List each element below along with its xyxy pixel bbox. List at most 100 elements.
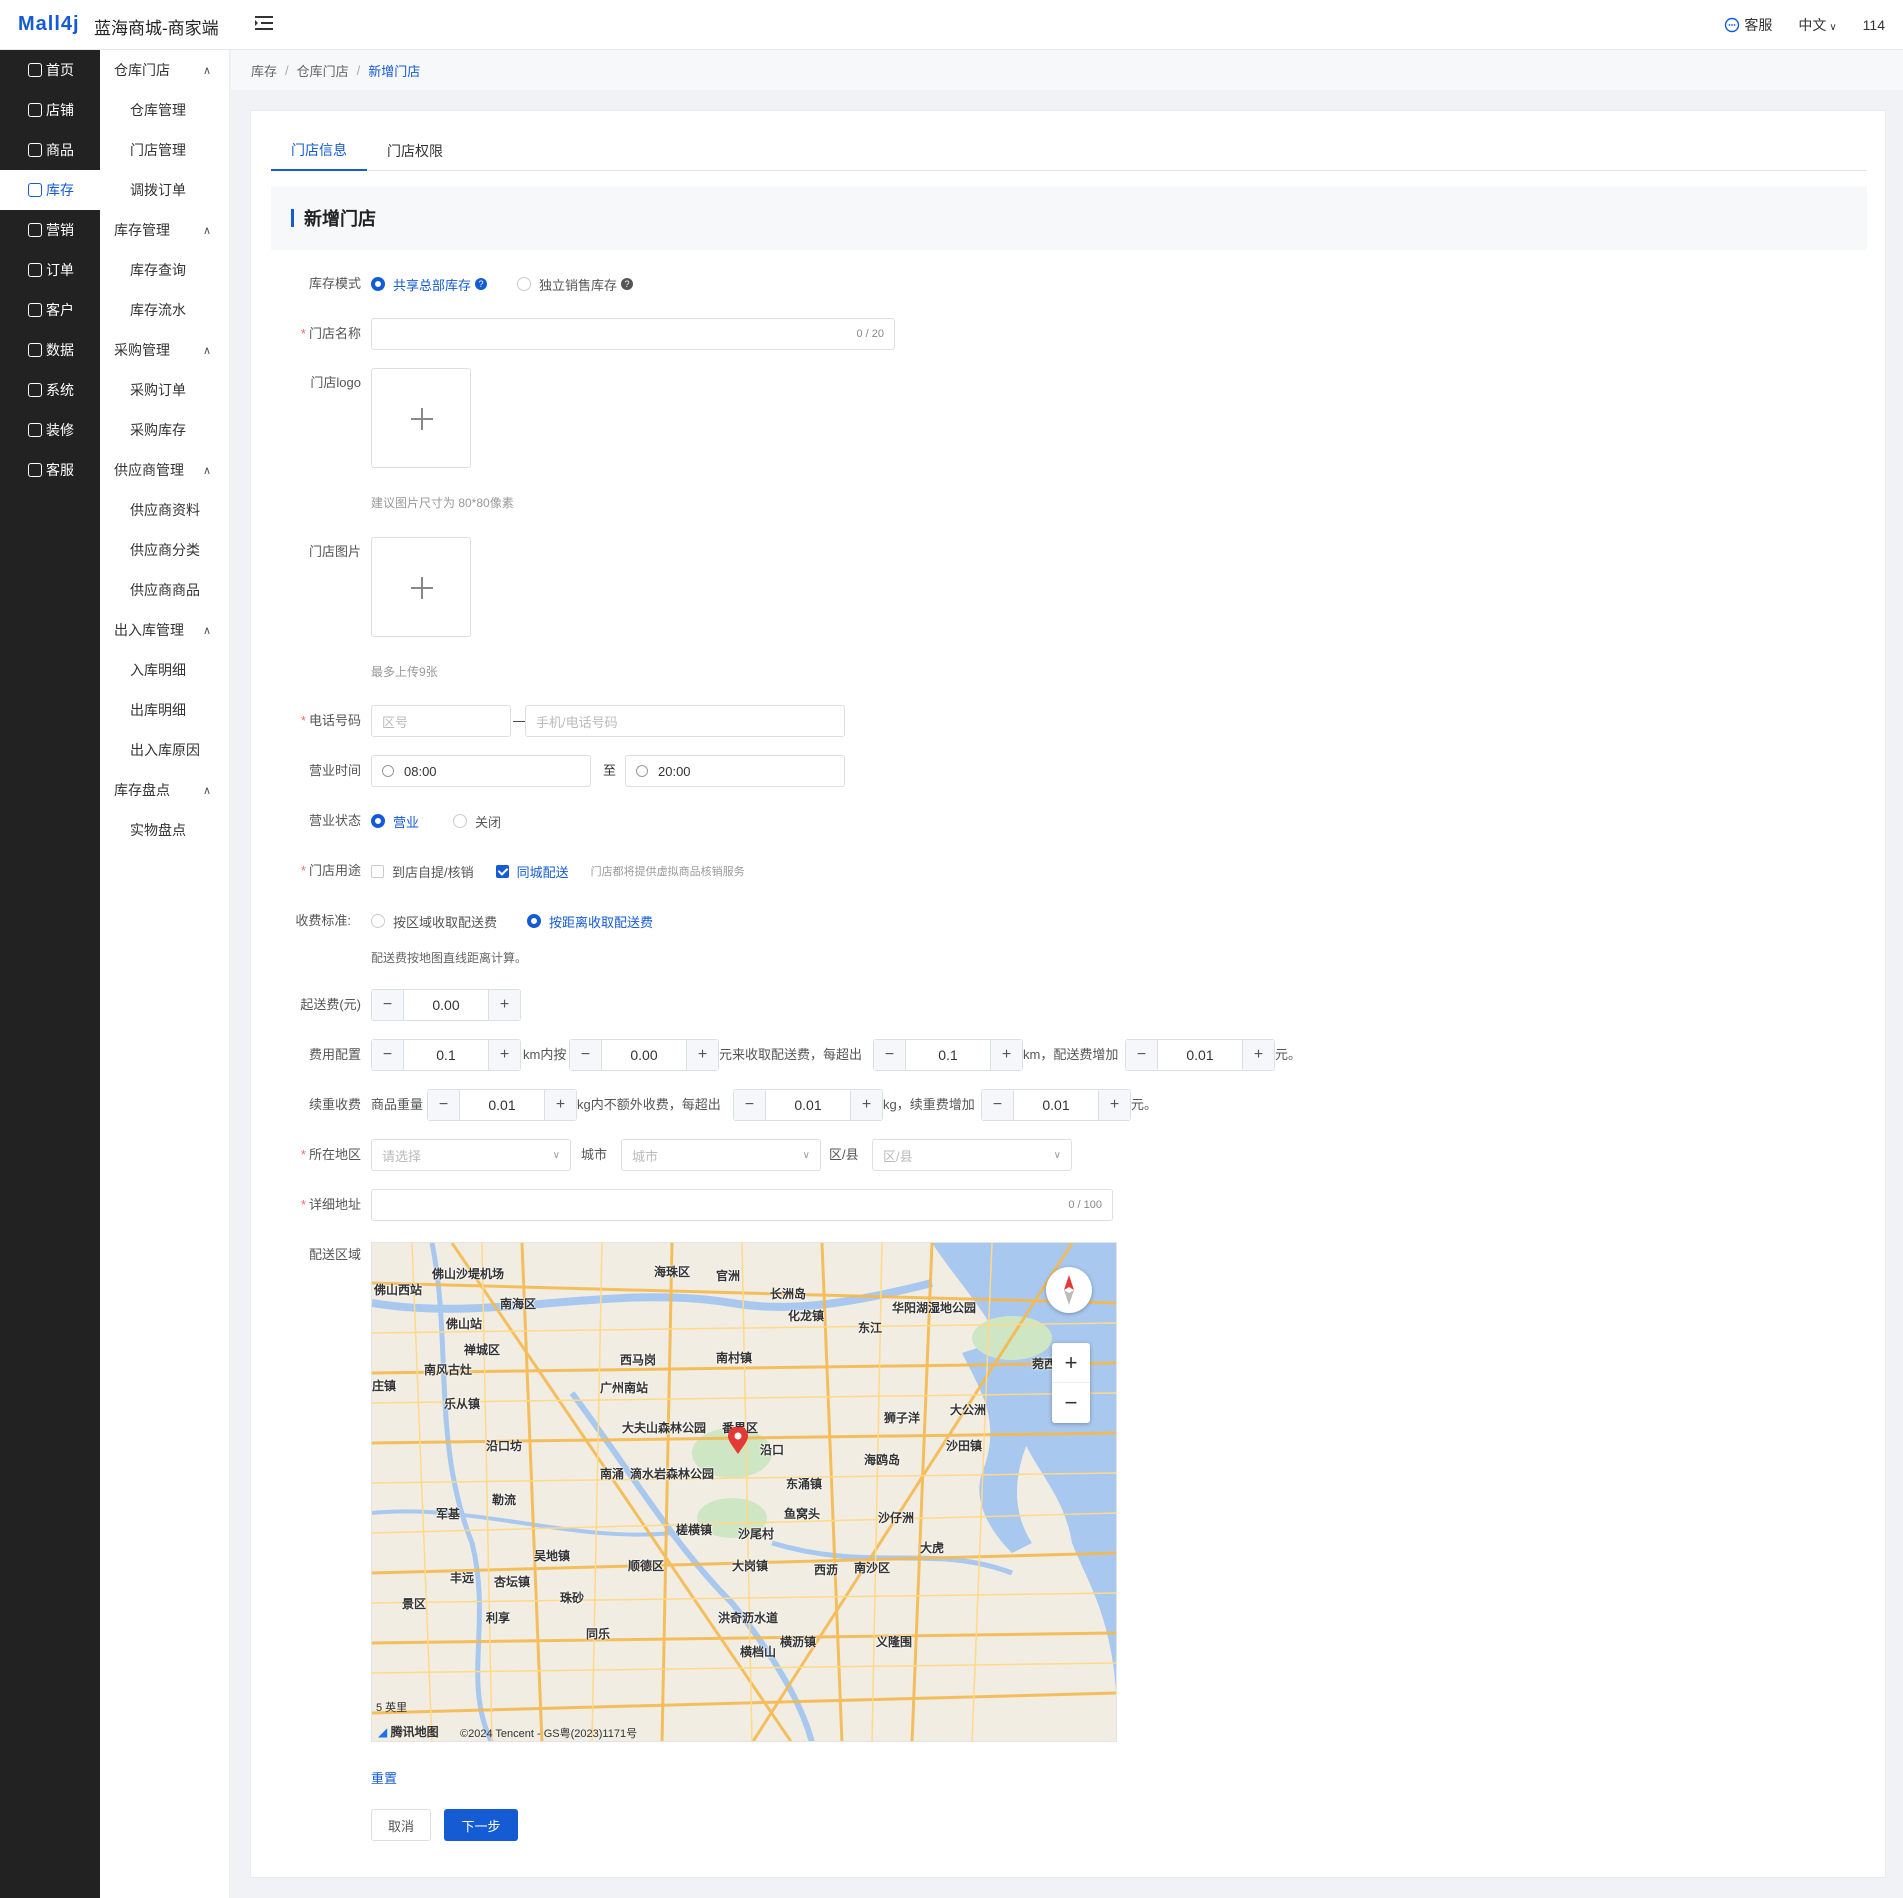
subnav-item[interactable]: 供应商分类: [100, 530, 229, 570]
brand-logo[interactable]: Mall4j: [18, 13, 80, 36]
subnav-item[interactable]: 库存查询: [100, 250, 229, 290]
radio-shared-stock[interactable]: 共享总部库存?: [371, 275, 488, 294]
breadcrumb-item[interactable]: 仓库门店: [297, 61, 349, 80]
increment-button[interactable]: +: [686, 1040, 718, 1070]
weight-free-stepper[interactable]: −0.01 +: [427, 1089, 577, 1121]
decrement-button[interactable]: −: [372, 990, 404, 1020]
stepper-value[interactable]: 0.01: [1014, 1090, 1098, 1120]
nav-item[interactable]: 营销: [0, 210, 100, 250]
decrement-button[interactable]: −: [874, 1040, 906, 1070]
user-account[interactable]: 114: [1863, 17, 1885, 33]
nav-item[interactable]: 库存: [0, 170, 100, 210]
decrement-button[interactable]: −: [570, 1040, 602, 1070]
subnav-item[interactable]: 供应商商品: [100, 570, 229, 610]
increment-button[interactable]: +: [488, 990, 520, 1020]
decrement-button[interactable]: −: [734, 1090, 766, 1120]
subnav-item[interactable]: 采购订单: [100, 370, 229, 410]
subnav-group[interactable]: 出入库管理 ∧: [100, 610, 229, 650]
stepper-value[interactable]: 0.00: [404, 990, 488, 1020]
zoom-out-button[interactable]: −: [1052, 1383, 1090, 1423]
subnav-item[interactable]: 调拨订单: [100, 170, 229, 210]
subnav-item[interactable]: 仓库管理: [100, 90, 229, 130]
cancel-button[interactable]: 取消: [371, 1809, 431, 1841]
subnav-group[interactable]: 库存管理 ∧: [100, 210, 229, 250]
customer-service-link[interactable]: 客服: [1724, 15, 1772, 35]
decrement-button[interactable]: −: [1126, 1040, 1158, 1070]
city-select[interactable]: 城市 ∨: [621, 1139, 821, 1171]
subnav-item[interactable]: 入库明细: [100, 650, 229, 690]
min-fee-stepper[interactable]: −0.00 +: [371, 989, 521, 1021]
subnav-item[interactable]: 采购库存: [100, 410, 229, 450]
fee-extra-distance-stepper[interactable]: −0.1 +: [873, 1039, 1023, 1071]
subnav-group[interactable]: 供应商管理 ∧: [100, 450, 229, 490]
open-time-picker[interactable]: 08:00: [371, 755, 591, 787]
radio-closed[interactable]: 关闭: [453, 812, 501, 831]
nav-item[interactable]: 订单: [0, 250, 100, 290]
address-input[interactable]: 0 / 100: [371, 1189, 1113, 1221]
fee-distance-stepper[interactable]: −0.1 +: [371, 1039, 521, 1071]
district-select[interactable]: 区/县 ∨: [872, 1139, 1072, 1171]
radio-open[interactable]: 营业: [371, 812, 419, 831]
zoom-in-button[interactable]: +: [1052, 1343, 1090, 1383]
nav-item[interactable]: 客服: [0, 450, 100, 490]
increment-button[interactable]: +: [850, 1090, 882, 1120]
weight-extra-stepper[interactable]: −0.01 +: [733, 1089, 883, 1121]
decrement-button[interactable]: −: [982, 1090, 1014, 1120]
subnav-item[interactable]: 出入库原因: [100, 730, 229, 770]
language-switch[interactable]: 中文 ∨: [1798, 15, 1836, 35]
reset-button[interactable]: 重置: [371, 1768, 397, 1787]
nav-item[interactable]: 客户: [0, 290, 100, 330]
breadcrumb-item[interactable]: 库存: [251, 61, 277, 80]
weight-increase-stepper[interactable]: −0.01 +: [981, 1089, 1131, 1121]
radio-fee-by-distance[interactable]: 按距离收取配送费: [527, 912, 653, 931]
fee-base-stepper[interactable]: −0.00 +: [569, 1039, 719, 1071]
decrement-button[interactable]: −: [372, 1040, 404, 1070]
province-select[interactable]: 请选择 ∨: [371, 1139, 571, 1171]
radio-fee-by-region[interactable]: 按区域收取配送费: [371, 912, 497, 931]
delivery-area-map[interactable]: 海珠区 官洲 长洲岛 佛山沙堤机场 佛山西站 南海区 化龙镇 华阳湖湿地公园 东江 佛山站 禅城区西…: [371, 1242, 1117, 1742]
nav-item[interactable]: 装修: [0, 410, 100, 450]
checkbox-pickup[interactable]: 到店自提/核销: [371, 862, 474, 881]
phone-number-input[interactable]: 手机/电话号码: [525, 705, 845, 737]
subnav-item[interactable]: 门店管理: [100, 130, 229, 170]
next-step-button[interactable]: 下一步: [444, 1809, 518, 1841]
stepper-value[interactable]: 0.01: [460, 1090, 544, 1120]
stepper-value[interactable]: 0.1: [906, 1040, 990, 1070]
subnav-group[interactable]: 仓库门店 ∧: [100, 50, 229, 90]
fee-increase-stepper[interactable]: −0.01 +: [1125, 1039, 1275, 1071]
nav-item[interactable]: 商品: [0, 130, 100, 170]
location-pin-icon[interactable]: [727, 1427, 749, 1455]
area-code-input[interactable]: 区号: [371, 705, 511, 737]
subnav-item[interactable]: 出库明细: [100, 690, 229, 730]
store-name-input[interactable]: 0 / 20: [371, 318, 895, 350]
nav-item[interactable]: 系统: [0, 370, 100, 410]
help-icon[interactable]: ?: [475, 278, 488, 290]
logo-upload[interactable]: [371, 368, 471, 468]
menu-fold-icon[interactable]: [255, 14, 275, 32]
subnav-item[interactable]: 库存流水: [100, 290, 229, 330]
nav-item[interactable]: 数据: [0, 330, 100, 370]
subnav-item[interactable]: 供应商资料: [100, 490, 229, 530]
close-time-picker[interactable]: 20:00: [625, 755, 845, 787]
stepper-value[interactable]: 0.01: [766, 1090, 850, 1120]
increment-button[interactable]: +: [1098, 1090, 1130, 1120]
compass-control[interactable]: [1046, 1267, 1092, 1313]
stepper-value[interactable]: 0.01: [1158, 1040, 1242, 1070]
stepper-value[interactable]: 0.00: [602, 1040, 686, 1070]
checkbox-delivery[interactable]: 同城配送: [495, 862, 569, 881]
increment-button[interactable]: +: [1242, 1040, 1274, 1070]
increment-button[interactable]: +: [488, 1040, 520, 1070]
stepper-value[interactable]: 0.1: [404, 1040, 488, 1070]
tab-store-info[interactable]: 门店信息: [271, 131, 367, 171]
increment-button[interactable]: +: [990, 1040, 1022, 1070]
subnav-item[interactable]: 实物盘点: [100, 810, 229, 850]
images-upload[interactable]: [371, 537, 471, 637]
nav-item[interactable]: 店铺: [0, 90, 100, 130]
tab-store-permissions[interactable]: 门店权限: [367, 131, 463, 171]
subnav-group[interactable]: 采购管理 ∧: [100, 330, 229, 370]
radio-independent-stock[interactable]: 独立销售库存?: [517, 275, 634, 294]
help-icon[interactable]: ?: [621, 278, 634, 290]
decrement-button[interactable]: −: [428, 1090, 460, 1120]
nav-item[interactable]: 首页: [0, 50, 100, 90]
subnav-group[interactable]: 库存盘点 ∧: [100, 770, 229, 810]
